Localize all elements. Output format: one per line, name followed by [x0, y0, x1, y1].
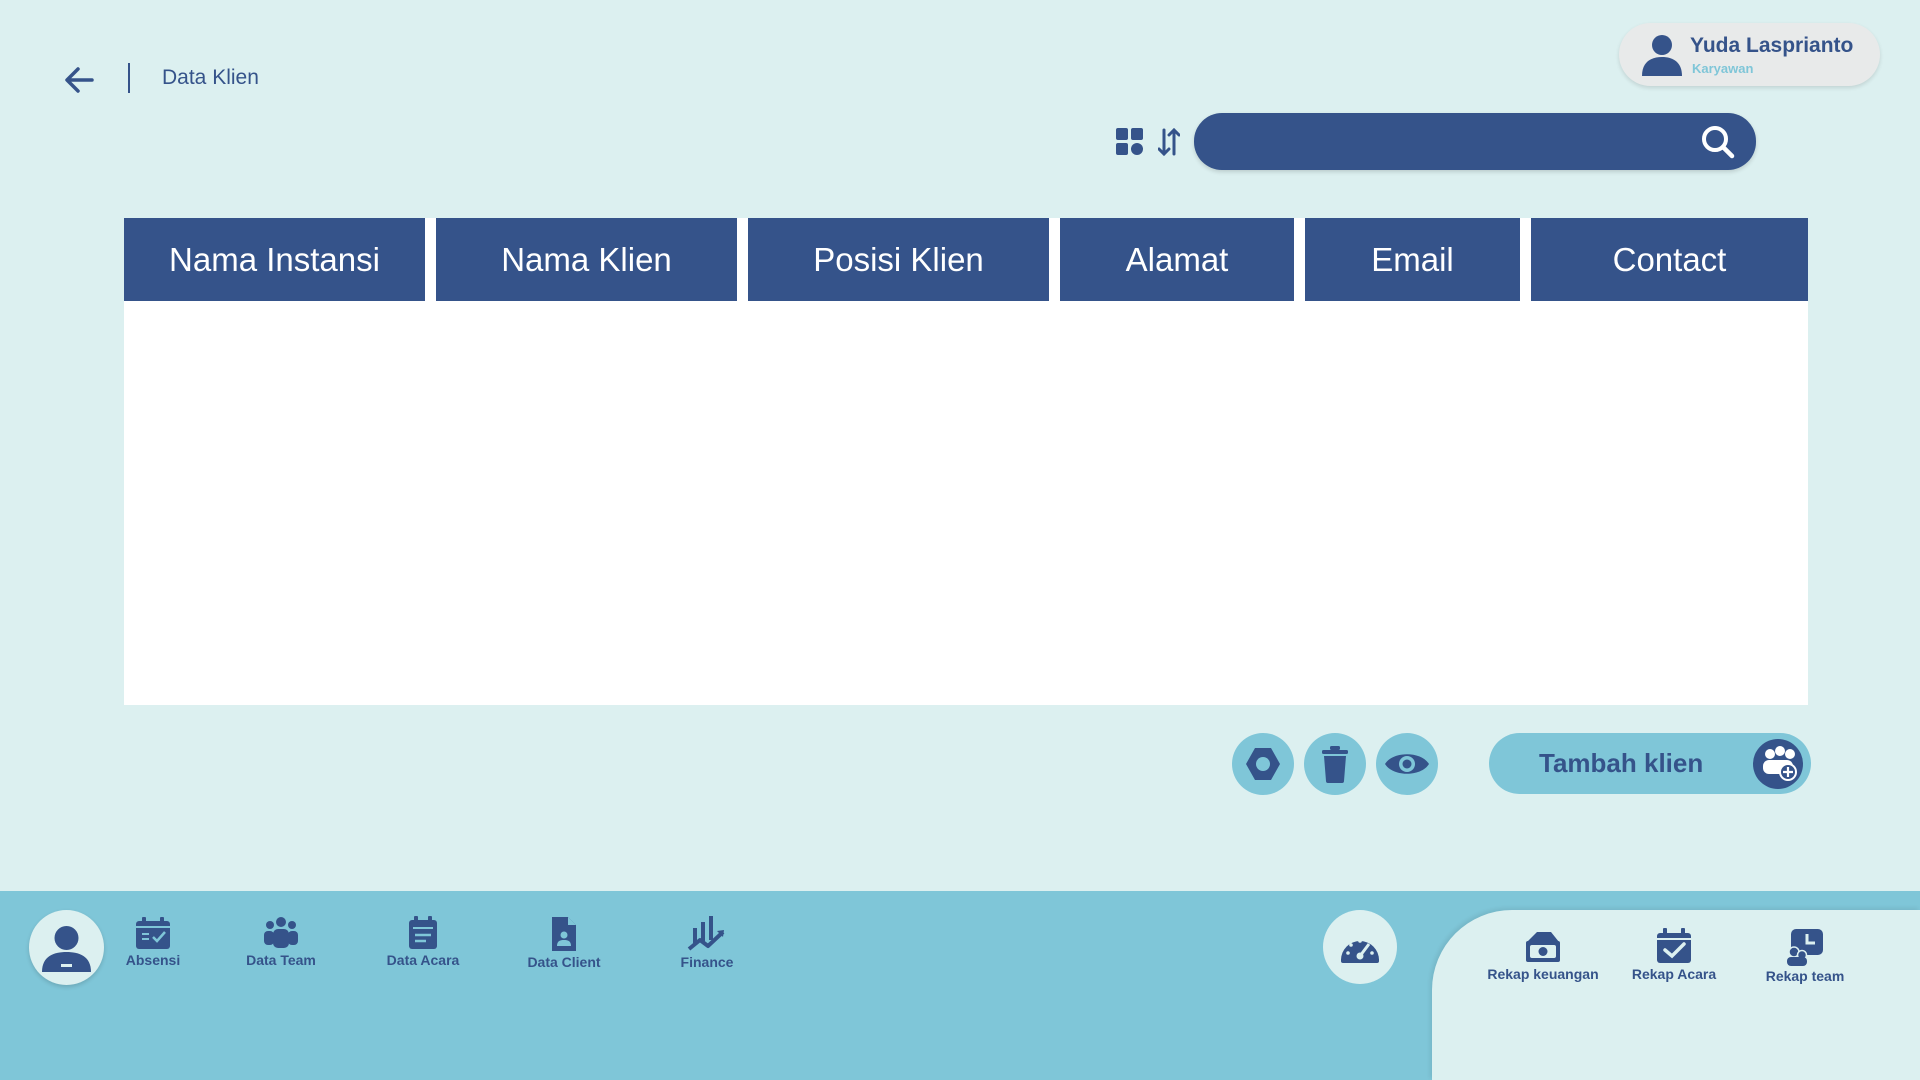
add-team-icon [1753, 739, 1803, 789]
arrow-left-icon [65, 67, 94, 93]
rekap-team[interactable]: Rekap team [1735, 928, 1875, 988]
trash-icon [1322, 746, 1348, 783]
nav-label: Absensi [125, 952, 181, 968]
page-title: Data Klien [162, 66, 259, 89]
eye-icon [1385, 754, 1429, 774]
column-header-nama-klien[interactable]: Nama Klien [436, 218, 737, 301]
add-client-label: Tambah klien [1539, 748, 1704, 778]
rekap-keuangan[interactable]: Rekap keuangan [1473, 928, 1613, 988]
add-client-button[interactable]: Tambah klien [1489, 733, 1811, 794]
search-icon[interactable] [1699, 123, 1737, 161]
rekap-label: Rekap team [1765, 968, 1845, 984]
user-profile-card[interactable]: Yuda Lasprianto Karyawan [1619, 23, 1880, 86]
rekap-acara[interactable]: Rekap Acara [1604, 928, 1744, 988]
calendar-check-icon [1657, 928, 1691, 963]
table-body [124, 301, 1808, 705]
grid-view-icon[interactable] [1116, 128, 1144, 156]
user-avatar-icon [1642, 35, 1682, 76]
header-divider [128, 63, 130, 93]
nav-item-data-client[interactable]: Data Client [499, 916, 629, 976]
column-header-alamat[interactable]: Alamat [1060, 218, 1294, 301]
client-table: Nama Instansi Nama Klien Posisi Klien Al… [124, 218, 1808, 705]
column-header-email[interactable]: Email [1305, 218, 1520, 301]
nav-label: Data Acara [386, 952, 460, 968]
sort-icon[interactable] [1157, 126, 1181, 158]
calendar-check-icon [136, 917, 170, 949]
column-header-contact[interactable]: Contact [1531, 218, 1808, 301]
team-clock-icon [1787, 929, 1823, 966]
team-icon [264, 917, 298, 948]
search-bar[interactable] [1194, 113, 1756, 170]
delete-button[interactable] [1304, 733, 1366, 795]
document-person-icon [552, 917, 576, 951]
dashboard-button[interactable] [1323, 910, 1397, 984]
calendar-list-icon [409, 916, 437, 949]
rekap-label: Rekap Acara [1631, 966, 1717, 982]
back-button[interactable] [58, 60, 102, 100]
user-role: Karyawan [1692, 61, 1754, 76]
chart-icon [687, 916, 725, 951]
nav-label: Data Team [246, 952, 316, 968]
search-input[interactable] [1220, 125, 1670, 159]
column-header-posisi-klien[interactable]: Posisi Klien [748, 218, 1049, 301]
edit-button[interactable] [1232, 733, 1294, 795]
nav-label: Data Client [527, 954, 601, 970]
nav-item-absensi[interactable]: Absensi [88, 916, 218, 976]
money-box-icon [1526, 932, 1560, 962]
view-button[interactable] [1376, 733, 1438, 795]
settings-hexagon-icon [1246, 748, 1280, 780]
nav-item-data-team[interactable]: Data Team [216, 916, 346, 976]
speedometer-icon [1341, 939, 1379, 963]
rekap-label: Rekap keuangan [1487, 966, 1599, 982]
nav-item-data-acara[interactable]: Data Acara [358, 916, 488, 976]
nav-item-finance[interactable]: Finance [642, 916, 772, 976]
nav-label: Finance [680, 954, 734, 970]
column-header-nama-instansi[interactable]: Nama Instansi [124, 218, 425, 301]
user-name: Yuda Lasprianto [1690, 34, 1854, 57]
